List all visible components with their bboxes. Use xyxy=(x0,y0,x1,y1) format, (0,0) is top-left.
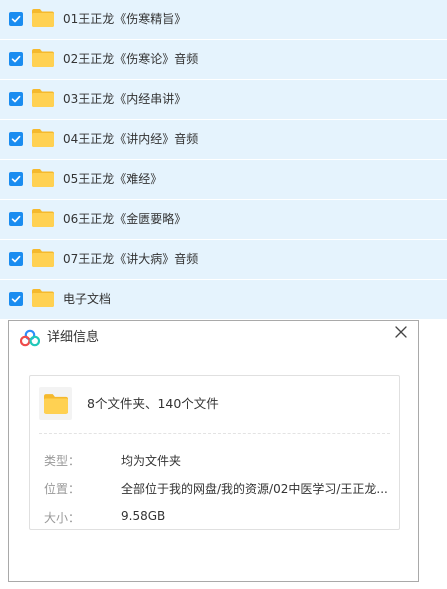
file-name[interactable]: 01王正龙《伤寒精旨》 xyxy=(63,0,186,39)
file-list: 01王正龙《伤寒精旨》 02王正龙《伤寒论》音频 03王正龙《内经串讲》 04王… xyxy=(0,0,447,320)
location-label: 位置： xyxy=(44,482,81,496)
folder-icon xyxy=(32,169,54,187)
page: 01王正龙《伤寒精旨》 02王正龙《伤寒论》音频 03王正龙《内经串讲》 04王… xyxy=(0,0,447,589)
folder-icon xyxy=(32,249,54,267)
info-card: 8个文件夹、140个文件 类型： 均为文件夹 位置： 全部位于我的网盘/我的资源… xyxy=(29,375,400,530)
folder-icon xyxy=(32,9,54,27)
file-name[interactable]: 05王正龙《难经》 xyxy=(63,160,162,199)
size-label: 大小： xyxy=(44,511,81,525)
close-icon xyxy=(395,326,407,338)
row-checkbox[interactable] xyxy=(9,172,23,186)
file-name[interactable]: 电子文档 xyxy=(63,280,111,319)
file-row[interactable]: 01王正龙《伤寒精旨》 xyxy=(0,0,447,39)
row-checkbox[interactable] xyxy=(9,92,23,106)
location-value[interactable]: 全部位于我的网盘/我的资源/02中医学习/王正龙... xyxy=(121,480,393,497)
type-value: 均为文件夹 xyxy=(121,454,182,468)
file-row[interactable]: 03王正龙《内经串讲》 xyxy=(0,80,447,119)
file-name[interactable]: 02王正龙《伤寒论》音频 xyxy=(63,40,198,79)
file-row[interactable]: 02王正龙《伤寒论》音频 xyxy=(0,40,447,79)
file-row[interactable]: 电子文档 xyxy=(0,280,447,319)
row-checkbox[interactable] xyxy=(9,52,23,66)
file-row[interactable]: 06王正龙《金匮要略》 xyxy=(0,200,447,239)
file-name[interactable]: 04王正龙《讲内经》音频 xyxy=(63,120,198,159)
selection-summary: 8个文件夹、140个文件 xyxy=(87,396,219,411)
row-checkbox[interactable] xyxy=(9,292,23,306)
type-label: 类型： xyxy=(44,454,81,468)
file-name[interactable]: 06王正龙《金匮要略》 xyxy=(63,200,186,239)
row-checkbox[interactable] xyxy=(9,212,23,226)
details-dialog: 详细信息 8个文件夹、140个文件 类型： 均为文件夹 位置： 全部位于我的网盘… xyxy=(8,320,419,582)
close-button[interactable] xyxy=(393,324,409,340)
file-row[interactable]: 04王正龙《讲内经》音频 xyxy=(0,120,447,159)
folder-icon xyxy=(32,289,54,307)
folder-icon xyxy=(32,49,54,67)
size-value: 9.58GB xyxy=(121,509,166,523)
folder-icon xyxy=(32,129,54,147)
folder-icon xyxy=(32,89,54,107)
file-row[interactable]: 05王正龙《难经》 xyxy=(0,160,447,199)
row-checkbox[interactable] xyxy=(9,12,23,26)
row-checkbox[interactable] xyxy=(9,252,23,266)
divider xyxy=(39,433,390,434)
file-name[interactable]: 07王正龙《讲大病》音频 xyxy=(63,240,198,279)
row-checkbox[interactable] xyxy=(9,132,23,146)
file-name[interactable]: 03王正龙《内经串讲》 xyxy=(63,80,186,119)
file-row[interactable]: 07王正龙《讲大病》音频 xyxy=(0,240,447,279)
folder-icon xyxy=(32,209,54,227)
dialog-title: 详细信息 xyxy=(47,330,100,345)
dialog-header: 详细信息 xyxy=(9,321,418,355)
cloud-logo-icon xyxy=(19,329,41,347)
folder-icon xyxy=(39,387,72,420)
